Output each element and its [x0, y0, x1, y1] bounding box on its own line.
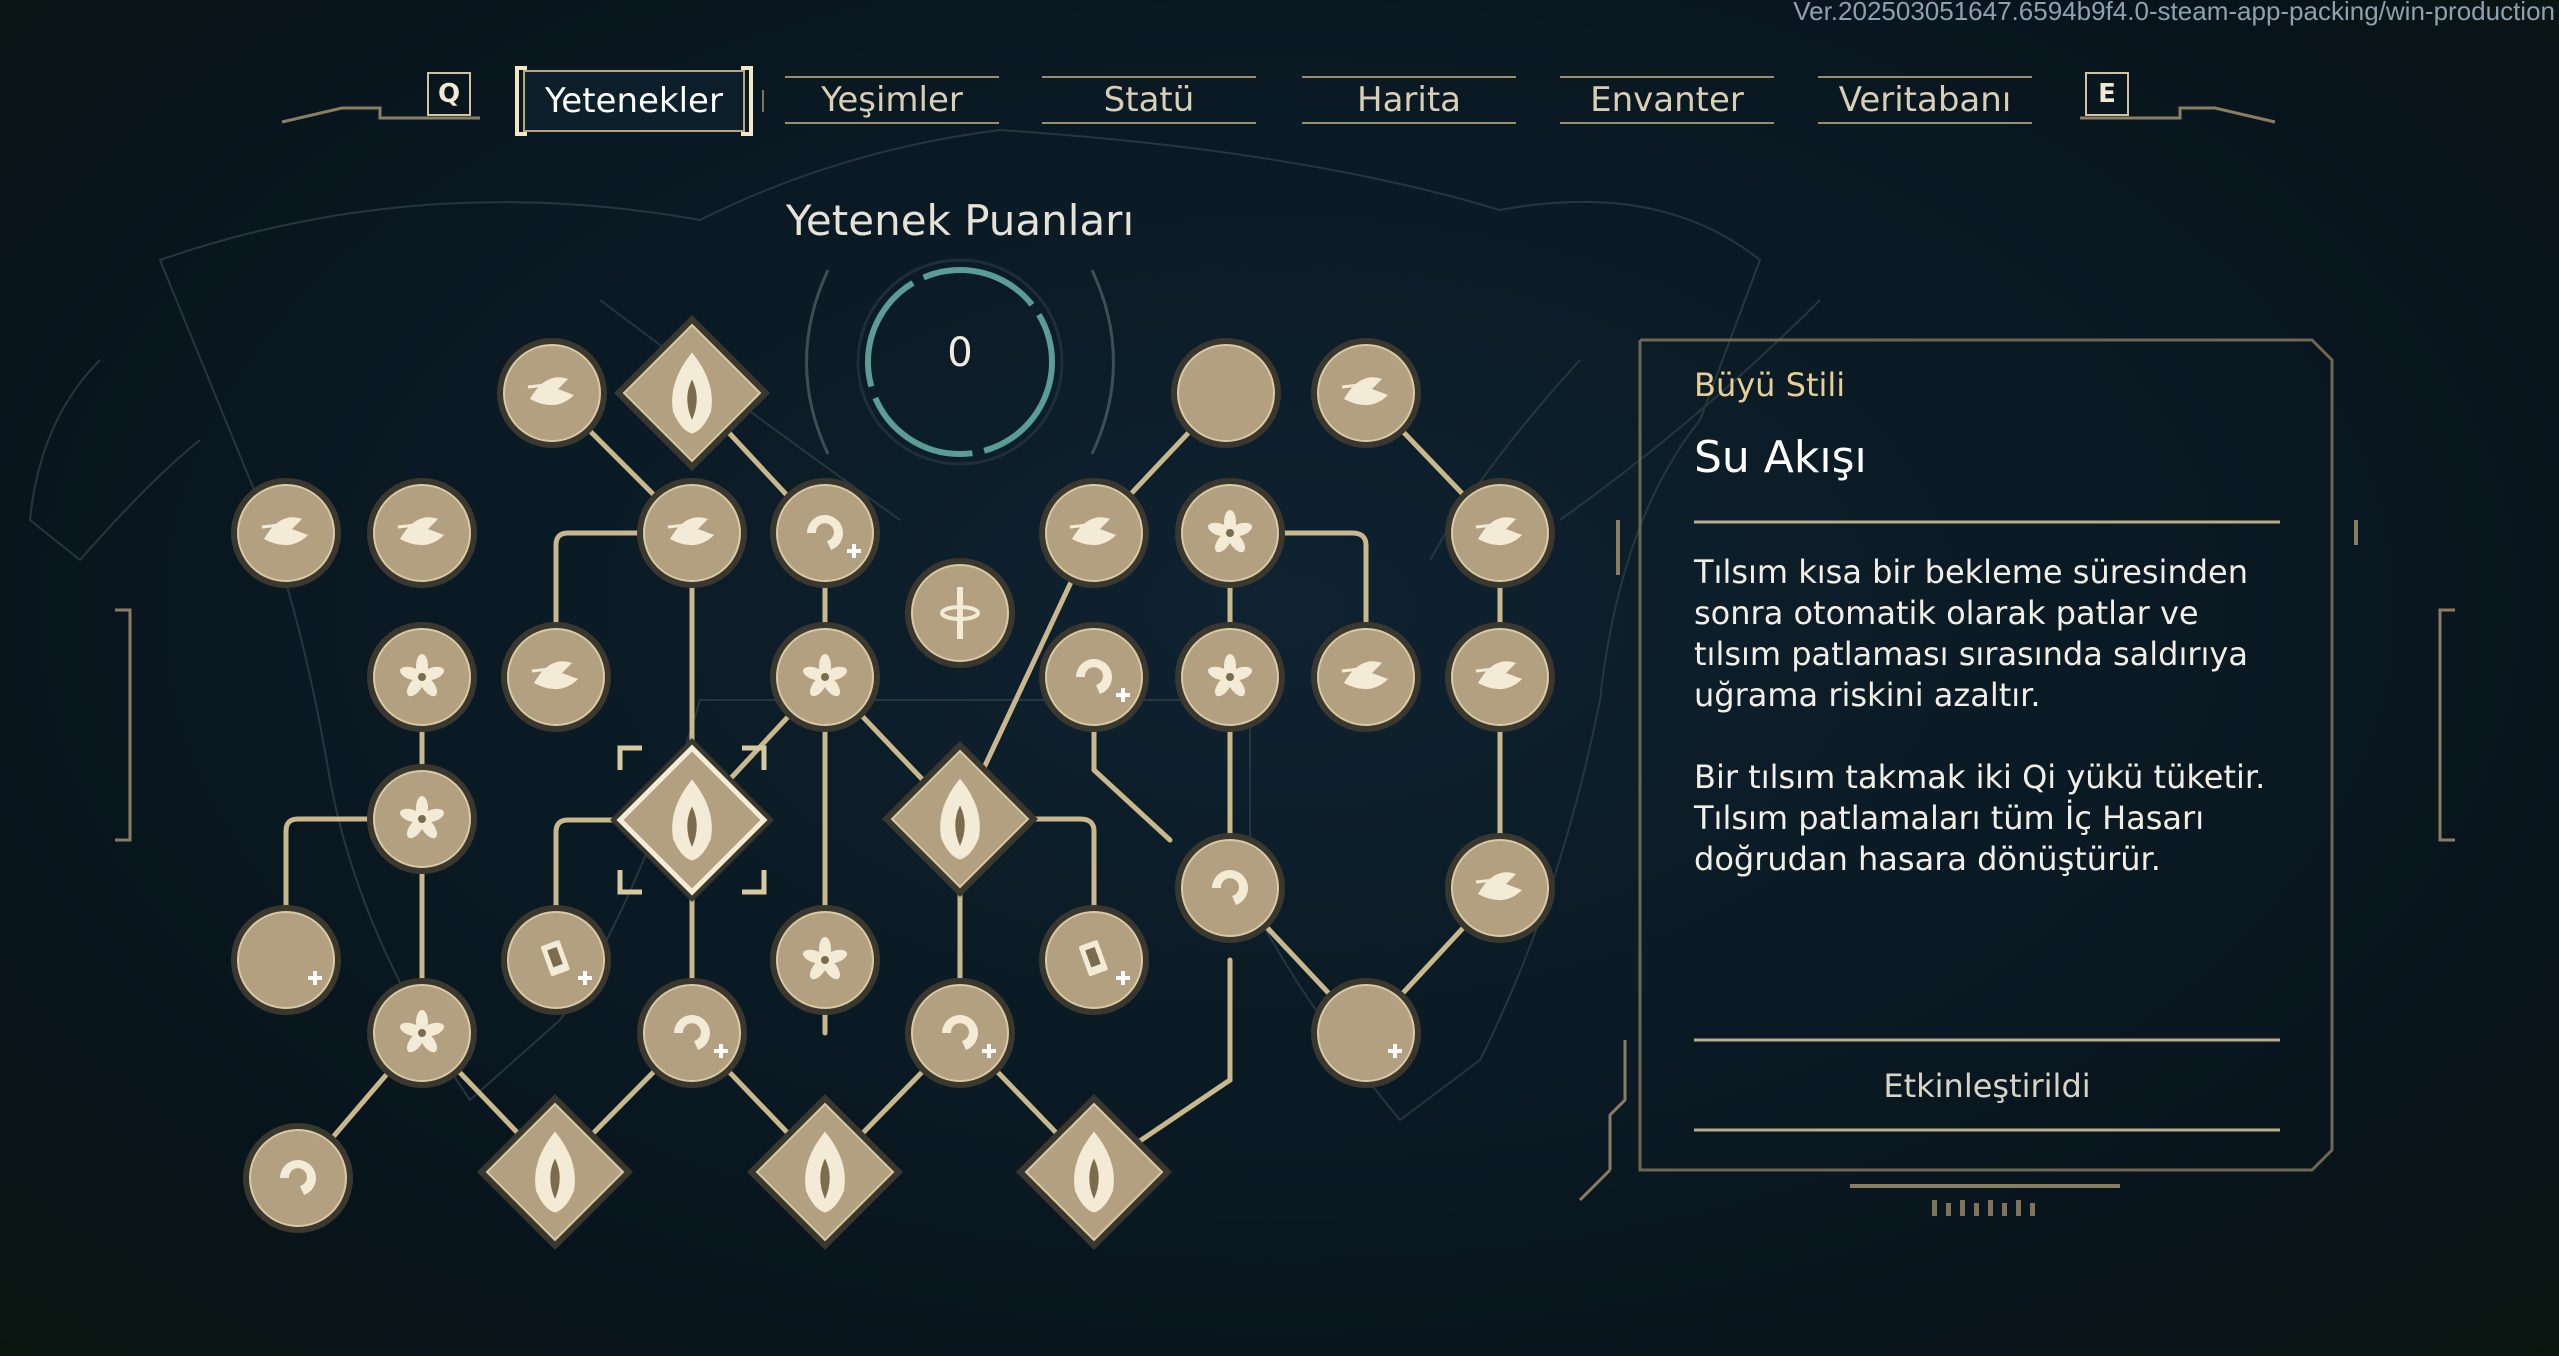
tab-yetenekler[interactable]: Yetenekler — [515, 66, 753, 136]
skill-node-n10[interactable] — [1039, 478, 1149, 588]
skill-node-n21[interactable] — [610, 738, 774, 902]
tab-divider — [762, 90, 764, 112]
node-face — [643, 984, 741, 1082]
skill-node-n6[interactable] — [367, 478, 477, 588]
skill-points-title: Yetenek Puanları — [785, 196, 1135, 245]
node-face — [1045, 628, 1143, 726]
skill-node-n28[interactable] — [1039, 905, 1149, 1015]
skill-tree-nodes — [231, 315, 1555, 1250]
skill-node-n26[interactable] — [501, 905, 611, 1015]
skill-node-n9[interactable] — [905, 558, 1015, 668]
node-face — [1317, 984, 1415, 1082]
skill-node-n30[interactable] — [637, 978, 747, 1088]
node-face — [1177, 344, 1275, 442]
skill-node-n17[interactable] — [1175, 622, 1285, 732]
pager-dots — [1932, 1200, 2035, 1216]
node-face — [249, 1129, 347, 1227]
skill-node-n29[interactable] — [367, 978, 477, 1088]
skill-node-n14[interactable] — [501, 622, 611, 732]
menu-tab-bar: Q E Yetenekler Yeşimler Statü Harita Env… — [0, 0, 2559, 150]
skill-points-value: 0 — [947, 330, 973, 376]
skill-node-n4[interactable] — [1311, 338, 1421, 448]
skill-node-n2[interactable] — [614, 315, 770, 471]
skill-description: Tılsım kısa bir bekleme süresinden sonra… — [1694, 553, 2266, 878]
skill-name: Su Akışı — [1694, 432, 1867, 483]
node-face — [1181, 839, 1279, 937]
skill-node-n20[interactable] — [367, 764, 477, 874]
skill-node-n32[interactable] — [1311, 978, 1421, 1088]
skill-node-n33[interactable] — [243, 1123, 353, 1233]
skill-node-n1[interactable] — [497, 338, 607, 448]
skill-node-n27[interactable] — [770, 905, 880, 1015]
tab-yesimler[interactable]: Yeşimler — [785, 76, 999, 124]
tab-veritabani[interactable]: Veritabanı — [1818, 76, 2032, 124]
node-face — [237, 911, 335, 1009]
skill-node-n11[interactable] — [1175, 478, 1285, 588]
skill-node-n18[interactable] — [1311, 622, 1421, 732]
node-face — [911, 984, 1009, 1082]
skill-node-n7[interactable] — [637, 478, 747, 588]
tab-harita[interactable]: Harita — [1302, 76, 1516, 124]
skill-node-n24[interactable] — [1445, 833, 1555, 943]
skill-node-n3[interactable] — [1171, 338, 1281, 448]
skill-node-n12[interactable] — [1445, 478, 1555, 588]
tab-envanter[interactable]: Envanter — [1560, 76, 1774, 124]
skill-node-n8[interactable] — [770, 478, 880, 588]
skill-node-n15[interactable] — [770, 622, 880, 732]
skill-node-n5[interactable] — [231, 478, 341, 588]
prev-tab-key[interactable]: Q — [427, 72, 471, 116]
skill-node-n13[interactable] — [367, 622, 477, 732]
skill-category: Büyü Stili — [1694, 366, 1846, 404]
skill-node-n16[interactable] — [1039, 622, 1149, 732]
node-face — [776, 484, 874, 582]
skill-status[interactable]: Etkinleştirildi — [1694, 1042, 2280, 1130]
skill-node-n23[interactable] — [1175, 833, 1285, 943]
skill-node-n25[interactable] — [231, 905, 341, 1015]
skill-node-n31[interactable] — [905, 978, 1015, 1088]
skill-node-n19[interactable] — [1445, 622, 1555, 732]
next-tab-key[interactable]: E — [2085, 72, 2129, 116]
tab-statu[interactable]: Statü — [1042, 76, 1256, 124]
